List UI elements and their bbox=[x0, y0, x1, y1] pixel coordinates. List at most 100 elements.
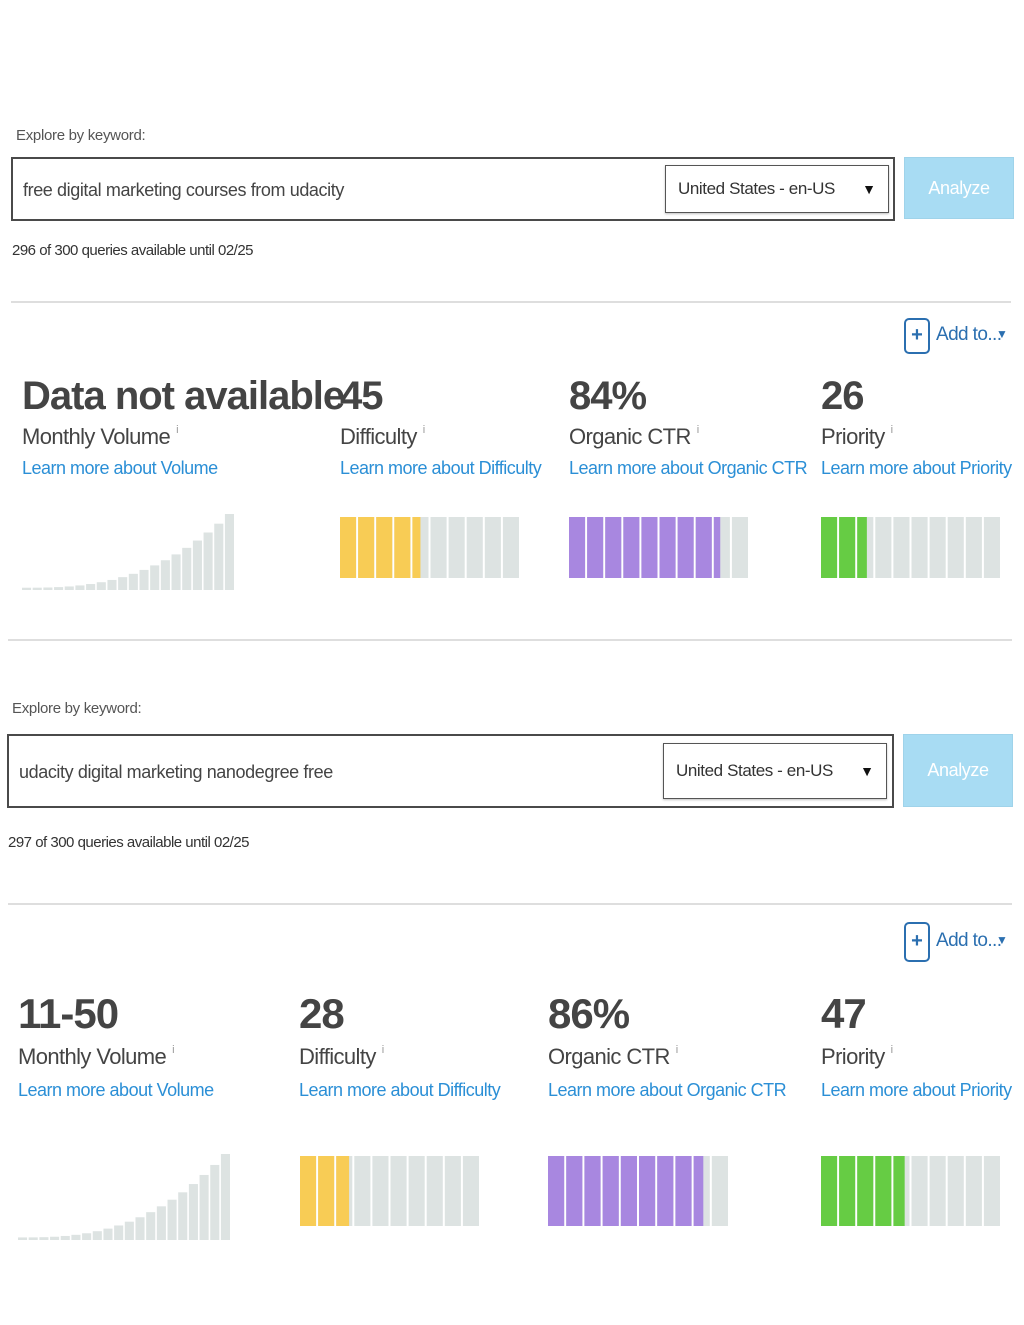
info-icon[interactable]: i bbox=[891, 424, 893, 436]
meter-segment bbox=[731, 517, 748, 578]
plus-box-icon: + bbox=[904, 318, 930, 354]
volume-bar bbox=[188, 1184, 198, 1240]
metric-value: Data not available bbox=[22, 374, 345, 418]
meter-segment bbox=[965, 517, 982, 578]
volume-bar bbox=[118, 577, 128, 590]
meter-segment-fill bbox=[821, 517, 838, 578]
metric-value: 11-50 bbox=[18, 990, 119, 1037]
info-icon[interactable]: i bbox=[697, 424, 699, 436]
meter-segment-fill bbox=[605, 517, 622, 578]
meter-segment-fill bbox=[566, 1156, 583, 1226]
meter-segment-fill bbox=[569, 517, 586, 578]
volume-bar bbox=[128, 573, 138, 590]
volume-bar bbox=[210, 1164, 220, 1240]
metric-priority: 26 Priority i Learn more about Priority bbox=[821, 374, 1012, 479]
learn-more-link[interactable]: Learn more about Volume bbox=[18, 1080, 214, 1101]
meter-segment bbox=[929, 517, 946, 578]
priority-meter bbox=[821, 517, 1000, 578]
volume-bar bbox=[103, 1228, 113, 1240]
volume-bar bbox=[54, 587, 64, 590]
metric-volume: Data not available Monthly Volume i Learn… bbox=[22, 374, 345, 479]
search-row: United States - en-US ▼ Analyze bbox=[7, 734, 1013, 808]
metric-label: Priority bbox=[821, 424, 885, 449]
meter-segment bbox=[466, 517, 483, 578]
metric-value: 84% bbox=[569, 374, 647, 418]
meter-segment-fill bbox=[659, 517, 676, 578]
learn-more-link[interactable]: Learn more about Priority bbox=[821, 1080, 1012, 1101]
search-row: United States - en-US ▼ Analyze bbox=[11, 157, 1014, 221]
metric-label: Organic CTR bbox=[569, 424, 691, 449]
meter-segment-fill bbox=[623, 517, 640, 578]
volume-bar bbox=[178, 1192, 188, 1240]
learn-more-link[interactable]: Learn more about Organic CTR bbox=[548, 1080, 787, 1101]
meter-segment bbox=[444, 1156, 461, 1226]
info-icon[interactable]: i bbox=[382, 1044, 384, 1056]
meter-segment bbox=[430, 517, 447, 578]
info-icon[interactable]: i bbox=[891, 1044, 893, 1056]
learn-more-link[interactable]: Learn more about Difficulty bbox=[340, 458, 542, 479]
learn-more-link[interactable]: Learn more about Volume bbox=[22, 458, 344, 479]
add-to-button[interactable]: + Add to... ▼ bbox=[904, 318, 1012, 354]
divider bbox=[11, 301, 1011, 303]
meter-segment-fill bbox=[340, 517, 357, 578]
caret-down-icon: ▼ bbox=[860, 763, 874, 779]
locale-select[interactable]: United States - en-US ▼ bbox=[665, 165, 889, 213]
volume-bar bbox=[107, 579, 117, 590]
volume-bar bbox=[220, 1154, 230, 1240]
learn-more-link[interactable]: Learn more about Priority bbox=[821, 458, 1012, 479]
meter-segment-fill bbox=[857, 517, 867, 578]
add-to-button[interactable]: + Add to... ▼ bbox=[904, 922, 1012, 962]
meter-segment-fill bbox=[584, 1156, 601, 1226]
caret-down-icon: ▼ bbox=[996, 327, 1008, 341]
volume-bar bbox=[160, 560, 170, 590]
volume-bar bbox=[156, 1206, 166, 1240]
add-to-label: Add to... bbox=[936, 930, 1002, 951]
learn-more-link[interactable]: Learn more about Organic CTR bbox=[569, 458, 808, 479]
meter-segment-fill bbox=[821, 1156, 838, 1226]
plus-box-icon: + bbox=[904, 922, 930, 962]
meter-segment bbox=[947, 517, 964, 578]
volume-bar bbox=[50, 1236, 60, 1240]
volume-trend-chart bbox=[22, 514, 234, 590]
info-icon[interactable]: i bbox=[176, 424, 178, 436]
meter-segment bbox=[983, 1156, 1000, 1226]
metric-label: Monthly Volume bbox=[22, 424, 171, 449]
info-icon[interactable]: i bbox=[172, 1044, 174, 1056]
metric-value: 28 bbox=[299, 990, 345, 1037]
volume-bar bbox=[22, 587, 32, 590]
meter-segment-fill bbox=[587, 517, 604, 578]
meter-segment bbox=[911, 1156, 928, 1226]
meter-segment bbox=[911, 517, 928, 578]
meter-segment-fill bbox=[839, 517, 856, 578]
ctr-meter bbox=[548, 1156, 728, 1226]
caret-down-icon: ▼ bbox=[996, 933, 1008, 947]
volume-bar bbox=[43, 587, 53, 590]
keyword-input[interactable] bbox=[19, 755, 639, 789]
meter-segment-fill bbox=[376, 517, 393, 578]
metric-difficulty: 45 Difficulty i Learn more about Difficul… bbox=[340, 374, 542, 479]
analyze-button[interactable]: Analyze bbox=[903, 734, 1013, 807]
locale-value: United States - en-US bbox=[678, 179, 835, 198]
meter-segment bbox=[448, 517, 465, 578]
difficulty-meter bbox=[300, 1156, 479, 1226]
metric-ctr: 86% Organic CTR i Learn more about Organi… bbox=[548, 992, 787, 1101]
volume-bar bbox=[171, 554, 181, 590]
info-icon[interactable]: i bbox=[423, 424, 425, 436]
meter-segment bbox=[893, 517, 910, 578]
volume-bar bbox=[224, 514, 234, 590]
keyword-explorer-2: Explore by keyword: United States - en-U… bbox=[0, 660, 1024, 1300]
volume-bar bbox=[192, 540, 202, 590]
divider bbox=[8, 903, 1012, 905]
meter-segment-fill bbox=[677, 517, 694, 578]
analyze-button[interactable]: Analyze bbox=[904, 157, 1014, 219]
explore-label: Explore by keyword: bbox=[16, 127, 146, 144]
metric-label: Difficulty bbox=[299, 1044, 376, 1069]
metric-difficulty: 28 Difficulty i Learn more about Difficul… bbox=[299, 990, 501, 1101]
locale-select[interactable]: United States - en-US ▼ bbox=[663, 743, 887, 799]
learn-more-link[interactable]: Learn more about Difficulty bbox=[299, 1080, 501, 1101]
meter-segment-fill bbox=[693, 1156, 704, 1226]
info-icon[interactable]: i bbox=[676, 1044, 678, 1056]
ctr-meter bbox=[569, 517, 748, 578]
keyword-input[interactable] bbox=[23, 173, 643, 207]
meter-segment-fill bbox=[675, 1156, 692, 1226]
